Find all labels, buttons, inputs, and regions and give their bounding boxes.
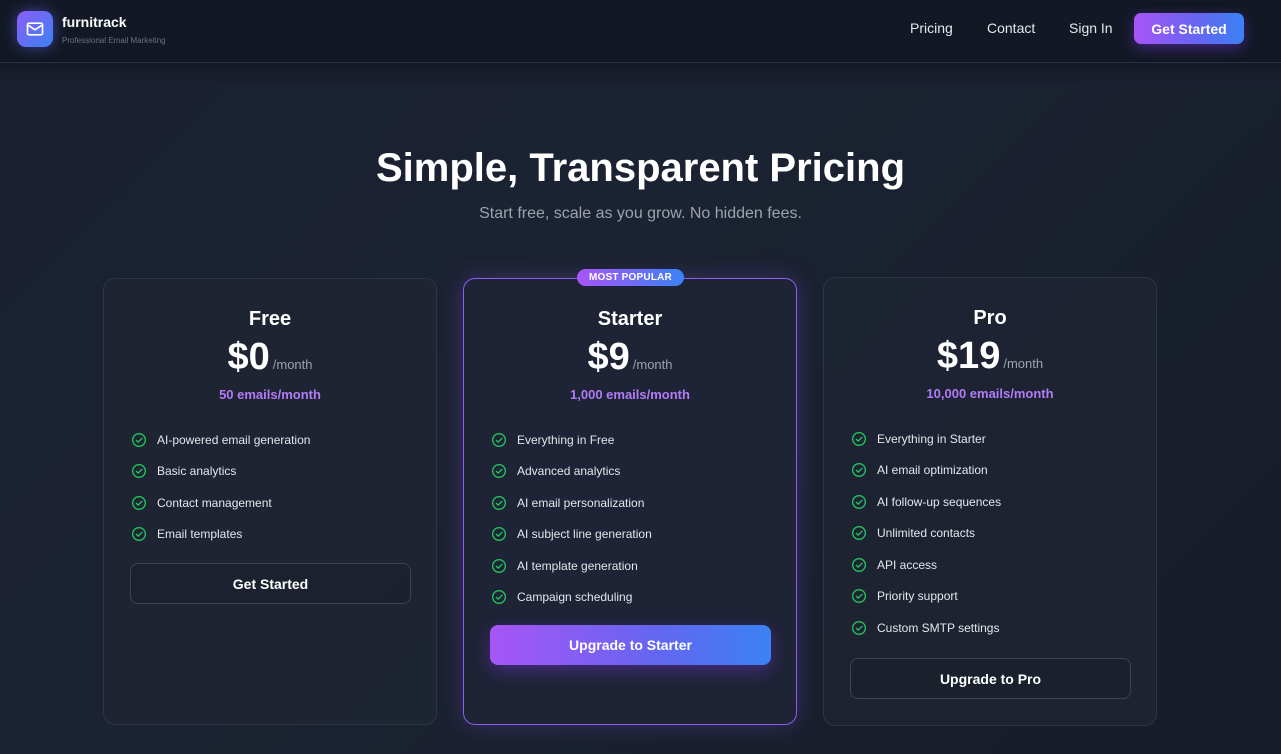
brand-tagline: Professional Email Marketing: [62, 36, 166, 45]
pricing-page: furnitrack Professional Email Marketing …: [0, 0, 1281, 754]
check-circle-icon: [851, 525, 867, 541]
brand-name[interactable]: furnitrack: [62, 14, 127, 30]
feature-text: Everything in Starter: [877, 431, 986, 446]
plan-quota: 50 emails/month: [219, 387, 321, 402]
feature-text: AI subject line generation: [517, 527, 652, 542]
feature-item: AI email optimization: [851, 455, 1141, 487]
feature-item: API access: [851, 549, 1141, 581]
plan-name: Starter: [597, 308, 663, 330]
feature-text: Contact management: [157, 495, 272, 510]
get-started-button[interactable]: Get Started: [1134, 13, 1244, 44]
check-circle-icon: [131, 432, 147, 448]
plan-period: /month: [272, 357, 313, 372]
feature-text: AI follow-up sequences: [877, 494, 1002, 509]
feature-item: Basic analytics: [131, 456, 421, 488]
nav-contact-link[interactable]: Contact: [987, 20, 1035, 36]
check-circle-icon: [491, 526, 507, 542]
plan-period: /month: [1003, 356, 1044, 371]
feature-item: Advanced analytics: [491, 456, 781, 488]
feature-list: AI-powered email generation Basic analyt…: [131, 424, 421, 550]
plan-name: Free: [248, 308, 292, 330]
page-title: Simple, Transparent Pricing: [375, 146, 906, 190]
feature-item: Unlimited contacts: [851, 518, 1141, 550]
feature-text: AI template generation: [517, 558, 638, 573]
check-circle-icon: [851, 620, 867, 636]
free-get-started-button[interactable]: Get Started: [130, 563, 411, 604]
plan-quota: 10,000 emails/month: [926, 386, 1054, 401]
plan-card-free: Free $0 /month 50 emails/month AI-powere…: [103, 278, 437, 725]
plan-price: $19: [936, 335, 1001, 377]
most-popular-badge: MOST POPULAR: [577, 269, 684, 286]
header-divider: [0, 63, 1281, 85]
plan-price: $9: [587, 336, 630, 378]
feature-list: Everything in Starter AI email optimizat…: [851, 423, 1141, 644]
price-row: $9 /month: [464, 336, 796, 379]
feature-text: API access: [877, 557, 938, 572]
plan-card-starter: MOST POPULAR Starter $9 /month 1,000 ema…: [463, 269, 797, 725]
feature-text: Advanced analytics: [517, 464, 621, 479]
top-nav-bar: furnitrack Professional Email Marketing …: [0, 0, 1281, 63]
check-circle-icon: [851, 588, 867, 604]
plan-quota: 1,000 emails/month: [570, 387, 690, 402]
plan-price: $0: [227, 336, 270, 378]
feature-item: Custom SMTP settings: [851, 612, 1141, 644]
nav-pricing-link[interactable]: Pricing: [910, 20, 953, 36]
feature-list: Everything in Free Advanced analytics AI…: [491, 424, 781, 613]
feature-item: Everything in Starter: [851, 423, 1141, 455]
check-circle-icon: [851, 431, 867, 447]
check-circle-icon: [491, 558, 507, 574]
feature-text: Custom SMTP settings: [877, 620, 1000, 635]
upgrade-to-starter-button[interactable]: Upgrade to Starter: [490, 625, 771, 665]
feature-text: AI email personalization: [517, 495, 645, 510]
feature-item: AI template generation: [491, 550, 781, 582]
feature-item: AI email personalization: [491, 487, 781, 519]
feature-item: Everything in Free: [491, 424, 781, 456]
feature-text: Priority support: [877, 589, 958, 604]
check-circle-icon: [491, 432, 507, 448]
check-circle-icon: [131, 495, 147, 511]
plan-card-pro: Pro $19 /month 10,000 emails/month Every…: [823, 277, 1157, 726]
price-row: $19 /month: [824, 335, 1156, 378]
plan-period: /month: [632, 357, 673, 372]
page-subtitle: Start free, scale as you grow. No hidden…: [479, 205, 802, 222]
check-circle-icon: [851, 557, 867, 573]
check-circle-icon: [491, 589, 507, 605]
feature-text: Campaign scheduling: [517, 590, 633, 605]
check-circle-icon: [491, 495, 507, 511]
feature-item: Priority support: [851, 581, 1141, 613]
feature-item: AI follow-up sequences: [851, 486, 1141, 518]
feature-text: Basic analytics: [157, 464, 237, 479]
feature-text: Unlimited contacts: [877, 526, 976, 541]
feature-text: AI email optimization: [877, 463, 988, 478]
feature-item: Campaign scheduling: [491, 582, 781, 614]
brand-logo[interactable]: [17, 11, 53, 47]
mail-icon: [26, 22, 44, 36]
check-circle-icon: [131, 463, 147, 479]
feature-item: Email templates: [131, 519, 421, 551]
feature-item: AI-powered email generation: [131, 424, 421, 456]
feature-item: AI subject line generation: [491, 519, 781, 551]
nav-sign-in-link[interactable]: Sign In: [1069, 20, 1113, 36]
feature-text: Email templates: [157, 527, 243, 542]
plan-name: Pro: [973, 307, 1007, 329]
feature-text: AI-powered email generation: [157, 432, 311, 447]
check-circle-icon: [491, 463, 507, 479]
feature-item: Contact management: [131, 487, 421, 519]
upgrade-to-pro-button[interactable]: Upgrade to Pro: [850, 658, 1131, 699]
price-row: $0 /month: [104, 336, 436, 379]
check-circle-icon: [851, 494, 867, 510]
check-circle-icon: [851, 462, 867, 478]
check-circle-icon: [131, 526, 147, 542]
feature-text: Everything in Free: [517, 432, 615, 447]
